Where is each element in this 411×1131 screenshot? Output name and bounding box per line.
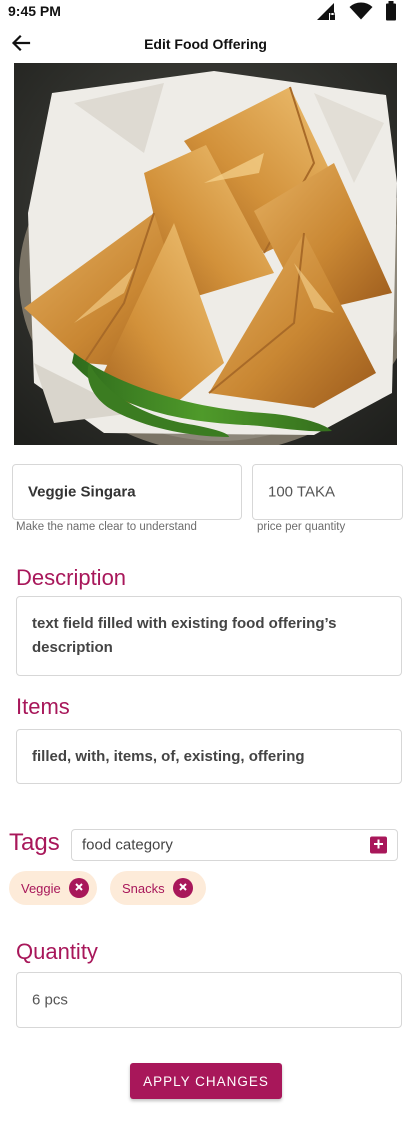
tag-input-value: food category xyxy=(82,836,173,854)
quantity-value: 6 pcs xyxy=(32,991,68,1009)
description-value: text field filled with existing food off… xyxy=(32,615,337,656)
page-title: Edit Food Offering xyxy=(144,36,267,52)
battery-icon xyxy=(385,0,397,26)
tag-chip-label: Snacks xyxy=(122,880,165,896)
tag-chip-snacks[interactable]: Snacks xyxy=(110,871,206,905)
items-label: Items xyxy=(16,694,70,719)
description-label: Description xyxy=(16,565,127,590)
description-input[interactable]: text field filled with existing food off… xyxy=(16,596,402,676)
price-helper-text: price per quantity xyxy=(257,521,346,533)
tag-input[interactable]: food category xyxy=(71,829,398,861)
close-icon xyxy=(74,879,84,897)
remove-tag-veggie[interactable] xyxy=(68,878,89,898)
price-input[interactable]: 100 TAKA xyxy=(252,464,403,520)
signal-icon xyxy=(315,1,337,26)
tags-label: Tags xyxy=(9,829,60,856)
food-image[interactable] xyxy=(14,63,397,445)
close-icon xyxy=(178,879,188,897)
remove-tag-snacks[interactable] xyxy=(172,878,193,898)
name-helper-text: Make the name clear to understand xyxy=(16,521,197,533)
price-value: 100 TAKA xyxy=(268,483,335,501)
tag-chip-veggie[interactable]: Veggie xyxy=(9,871,97,905)
wifi-icon xyxy=(349,2,373,25)
tag-chip-label: Veggie xyxy=(21,880,61,896)
items-input[interactable]: filled, with, items, of, existing, offer… xyxy=(16,729,402,784)
apply-changes-button[interactable]: APPLY CHANGES xyxy=(130,1063,282,1099)
quantity-label: Quantity xyxy=(16,939,98,964)
plus-icon xyxy=(373,836,384,854)
status-time: 9:45 PM xyxy=(8,3,61,19)
name-input[interactable]: Veggie Singara xyxy=(12,464,242,520)
status-icons xyxy=(315,0,397,26)
add-tag-button[interactable] xyxy=(370,836,387,854)
quantity-input[interactable]: 6 pcs xyxy=(16,972,402,1028)
items-value: filled, with, items, of, existing, offer… xyxy=(32,748,305,765)
name-value: Veggie Singara xyxy=(28,483,136,501)
